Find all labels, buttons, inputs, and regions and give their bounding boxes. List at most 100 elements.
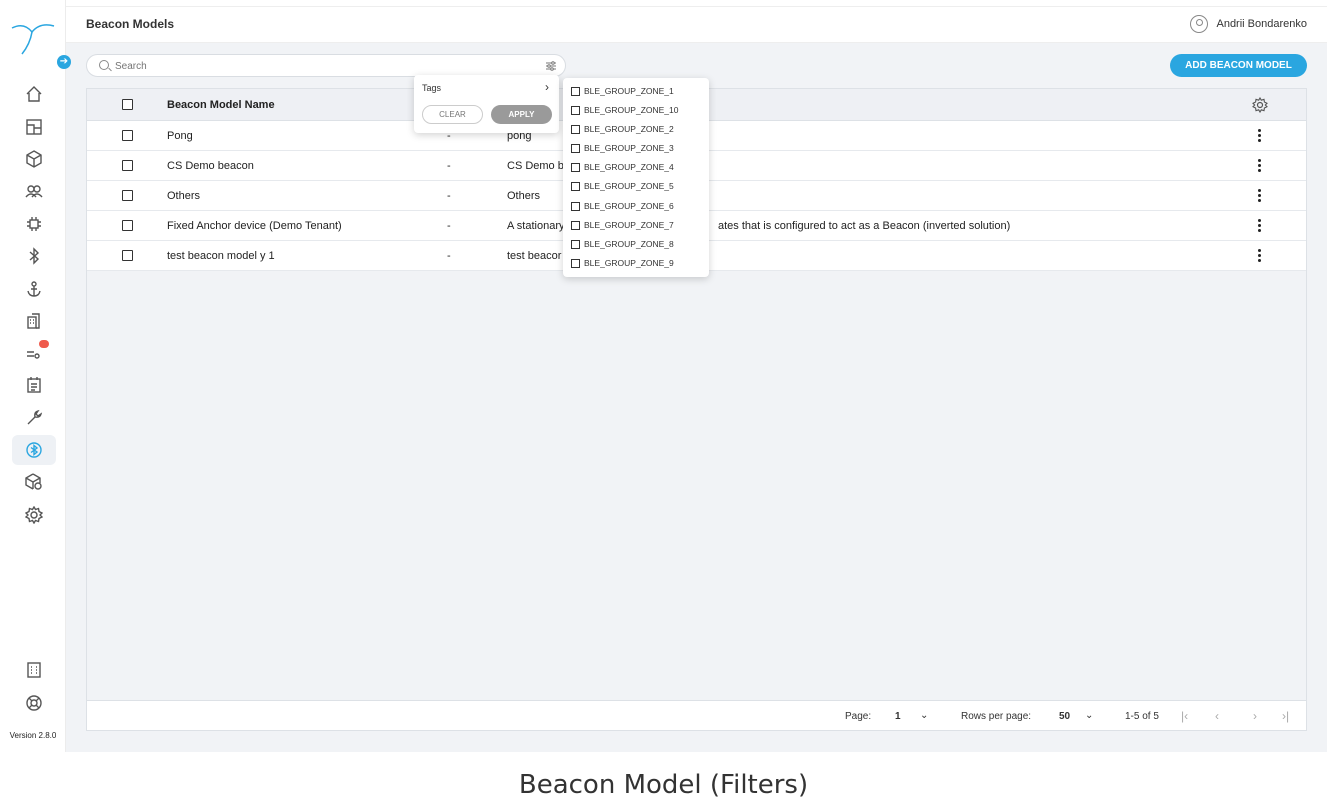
apply-button[interactable]: APPLY xyxy=(491,105,552,124)
tag-label: BLE_GROUP_ZONE_10 xyxy=(584,105,679,116)
tag-label: BLE_GROUP_ZONE_7 xyxy=(584,219,674,230)
row-checkbox[interactable] xyxy=(122,220,133,231)
select-all-checkbox[interactable] xyxy=(122,99,133,110)
wrench-icon xyxy=(27,409,43,425)
nav-building[interactable] xyxy=(12,306,56,336)
pagination-bar: Page: 1 ⌄ Rows per page: 50 ⌄ 1-5 of 5 |… xyxy=(87,700,1306,730)
tag-option[interactable]: BLE_GROUP_ZONE_8 xyxy=(563,237,709,256)
nav-bluetooth[interactable] xyxy=(12,241,56,271)
tag-option[interactable]: BLE_GROUP_ZONE_4 xyxy=(563,160,709,179)
tag-checkbox[interactable] xyxy=(571,220,580,230)
cell-description: A stationary xyxy=(507,220,565,232)
row-checkbox[interactable] xyxy=(122,130,133,141)
package-settings-icon xyxy=(25,473,42,490)
row-menu-icon[interactable] xyxy=(1258,189,1262,203)
tag-checkbox[interactable] xyxy=(571,106,580,116)
column-settings-icon[interactable] xyxy=(1252,97,1268,113)
tag-checkbox[interactable] xyxy=(571,163,580,173)
tag-label: BLE_GROUP_ZONE_4 xyxy=(584,162,674,173)
tag-checkbox[interactable] xyxy=(571,87,580,96)
cell-description-tail: ates that is configured to act as a Beac… xyxy=(718,220,1011,232)
page-label: Page: xyxy=(845,711,872,722)
user-avatar-icon xyxy=(1190,15,1209,33)
tag-option[interactable]: BLE_GROUP_ZONE_7 xyxy=(563,218,709,237)
tag-checkbox[interactable] xyxy=(571,144,580,154)
tag-option[interactable]: BLE_GROUP_ZONE_3 xyxy=(563,141,709,160)
cell-name: test beacon model y 1 xyxy=(167,250,275,262)
tag-checkbox[interactable] xyxy=(571,182,580,192)
cell-dash: - xyxy=(447,160,451,172)
nav-package-settings[interactable] xyxy=(12,467,56,497)
anchor-icon xyxy=(27,281,41,297)
top-header: Beacon Models Andrii Bondarenko xyxy=(66,6,1327,43)
row-menu-icon[interactable] xyxy=(1258,249,1262,263)
page-select[interactable]: 1 xyxy=(895,711,901,722)
cell-dash: - xyxy=(447,250,451,262)
tag-option[interactable]: BLE_GROUP_ZONE_2 xyxy=(563,122,709,141)
row-checkbox[interactable] xyxy=(122,250,133,261)
rows-per-page-select[interactable]: 50 xyxy=(1059,711,1070,722)
prev-page-icon[interactable]: ‹ xyxy=(1215,709,1219,723)
row-checkbox[interactable] xyxy=(122,160,133,171)
user-menu[interactable]: Andrii Bondarenko xyxy=(1190,15,1307,33)
row-menu-icon[interactable] xyxy=(1258,159,1262,173)
nav-rules[interactable] xyxy=(12,338,56,368)
first-page-icon[interactable]: |‹ xyxy=(1181,709,1188,723)
last-page-icon[interactable]: ›| xyxy=(1282,709,1289,723)
tag-option[interactable]: BLE_GROUP_ZONE_5 xyxy=(563,179,709,198)
nav-home[interactable] xyxy=(12,79,56,109)
filter-panel: Tags › CLEAR APPLY xyxy=(414,75,559,133)
tag-label: BLE_GROUP_ZONE_1 xyxy=(584,86,674,96)
brand-logo[interactable] xyxy=(10,18,56,58)
next-page-icon[interactable]: › xyxy=(1253,709,1257,723)
report-icon xyxy=(27,377,41,393)
nav-cube[interactable] xyxy=(12,144,56,174)
nav-users[interactable] xyxy=(12,176,56,206)
add-beacon-model-button[interactable]: ADD BEACON MODEL xyxy=(1170,54,1307,77)
column-header-name[interactable]: Beacon Model Name xyxy=(167,99,275,111)
tags-filter-label[interactable]: Tags xyxy=(422,83,441,93)
nav-chip[interactable] xyxy=(12,209,56,239)
filter-icon[interactable] xyxy=(545,60,557,72)
tag-option[interactable]: BLE_GROUP_ZONE_1 xyxy=(563,84,709,103)
nav-report[interactable] xyxy=(12,370,56,400)
nav-beacon-models[interactable] xyxy=(12,435,56,465)
row-menu-icon[interactable] xyxy=(1258,219,1262,233)
cell-description: Others xyxy=(507,190,541,202)
chevron-right-icon[interactable]: › xyxy=(545,80,549,94)
cell-description: test beacor xyxy=(507,250,562,262)
nav-docs[interactable] xyxy=(12,655,56,685)
tag-option[interactable]: BLE_GROUP_ZONE_6 xyxy=(563,199,709,218)
row-menu-icon[interactable] xyxy=(1258,129,1262,143)
tag-checkbox[interactable] xyxy=(571,258,580,268)
page-chevron-down-icon[interactable]: ⌄ xyxy=(920,710,928,721)
figure-caption: Beacon Model (Filters) xyxy=(518,770,809,800)
user-name: Andrii Bondarenko xyxy=(1216,18,1307,30)
home-icon xyxy=(26,86,42,102)
nav-tools[interactable] xyxy=(12,403,56,433)
tag-checkbox[interactable] xyxy=(571,201,580,211)
cell-name: Fixed Anchor device (Demo Tenant) xyxy=(167,220,342,232)
search-input[interactable] xyxy=(115,58,535,74)
row-checkbox[interactable] xyxy=(122,190,133,201)
nav-settings[interactable] xyxy=(12,500,56,530)
tag-checkbox[interactable] xyxy=(571,239,580,249)
cell-name: CS Demo beacon xyxy=(167,160,254,172)
nav-support[interactable] xyxy=(12,688,56,718)
cube-icon xyxy=(26,150,42,168)
nav-anchor[interactable] xyxy=(12,274,56,304)
clear-button[interactable]: CLEAR xyxy=(422,105,483,124)
nav-dashboard[interactable] xyxy=(12,112,56,142)
cell-dash: - xyxy=(447,220,451,232)
range-label: 1-5 of 5 xyxy=(1125,711,1159,722)
expand-sidebar-button[interactable]: ➔ xyxy=(57,55,71,69)
tag-option[interactable]: BLE_GROUP_ZONE_9 xyxy=(563,256,709,275)
bluetooth-icon xyxy=(29,247,40,265)
tag-option[interactable]: BLE_GROUP_ZONE_10 xyxy=(563,103,709,122)
tags-dropdown: BLE_GROUP_ZONE_1 BLE_GROUP_ZONE_10 BLE_G… xyxy=(563,78,709,277)
search-bar[interactable] xyxy=(86,54,566,77)
app-version: Version 2.8.0 xyxy=(9,731,57,740)
tag-checkbox[interactable] xyxy=(571,125,580,135)
rows-chevron-down-icon[interactable]: ⌄ xyxy=(1085,710,1093,721)
notification-badge xyxy=(39,340,49,348)
